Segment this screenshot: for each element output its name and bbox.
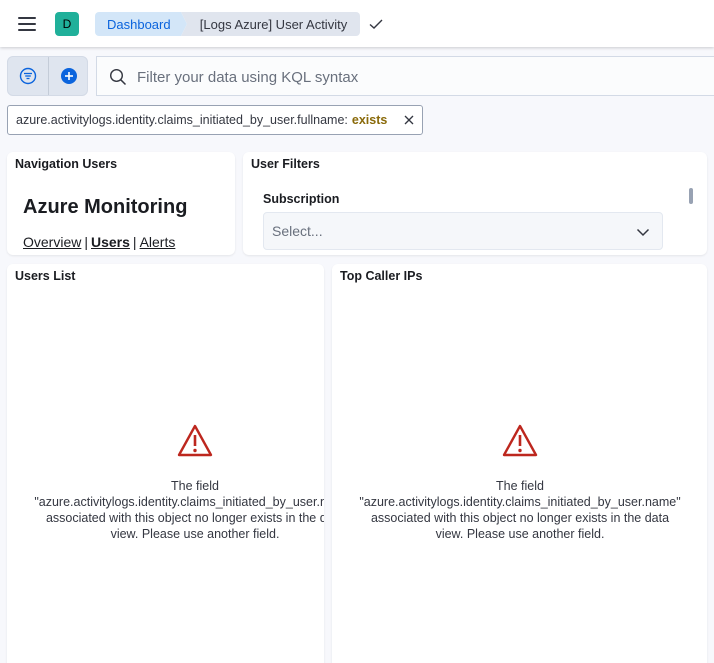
filter-pill-field: azure.activitylogs.identity.claims_initi… <box>16 113 348 127</box>
user-filters-panel: User Filters Subscription Select... <box>243 152 707 255</box>
users-list-panel: Users List The field "azure.activitylogs… <box>7 264 324 663</box>
add-filter-icon[interactable] <box>60 67 78 85</box>
query-actions <box>7 56 88 96</box>
kql-search-input[interactable] <box>137 65 697 89</box>
menu-icon[interactable] <box>14 12 40 36</box>
breadcrumb-dashboard[interactable]: Dashboard <box>95 12 187 36</box>
link-separator: | <box>132 234 137 250</box>
check-icon[interactable] <box>368 16 384 32</box>
filter-pill[interactable]: azure.activitylogs.identity.claims_initi… <box>7 105 423 135</box>
filter-pill-operator: exists <box>351 113 388 127</box>
error-message: The field "azure.activitylogs.identity.c… <box>359 479 681 541</box>
search-icon <box>109 68 127 86</box>
panel-scrollbar[interactable] <box>689 188 693 204</box>
select-placeholder: Select... <box>272 223 323 239</box>
subscription-select[interactable]: Select... <box>263 212 663 250</box>
top-header: D Dashboard [Logs Azure] User Activity <box>0 0 714 47</box>
nav-links: Overview | Users | Alerts <box>23 234 175 250</box>
close-icon[interactable] <box>404 115 414 125</box>
breadcrumb-current-dashboard: [Logs Azure] User Activity <box>181 12 360 36</box>
panel-title: Users List <box>15 269 76 283</box>
filter-menu-icon[interactable] <box>19 67 37 85</box>
panel-title: Top Caller IPs <box>340 269 423 283</box>
link-overview[interactable]: Overview <box>23 234 81 250</box>
link-separator: | <box>84 234 88 250</box>
space-avatar[interactable]: D <box>55 12 79 36</box>
warning-icon <box>502 424 538 457</box>
warning-icon <box>177 424 213 457</box>
link-alerts[interactable]: Alerts <box>140 234 176 250</box>
top-caller-ips-panel: Top Caller IPs The field "azure.activity… <box>332 264 707 663</box>
query-bar <box>96 56 714 96</box>
panel-title: User Filters <box>251 157 320 171</box>
navigation-users-panel: Navigation Users Azure Monitoring Overvi… <box>7 152 235 255</box>
subscription-label: Subscription <box>263 192 340 206</box>
panel-title: Navigation Users <box>15 157 118 171</box>
markdown-heading: Azure Monitoring <box>23 196 188 218</box>
chevron-down-icon <box>636 228 650 237</box>
error-message: The field "azure.activitylogs.identity.c… <box>34 479 324 541</box>
link-users[interactable]: Users <box>91 234 130 250</box>
